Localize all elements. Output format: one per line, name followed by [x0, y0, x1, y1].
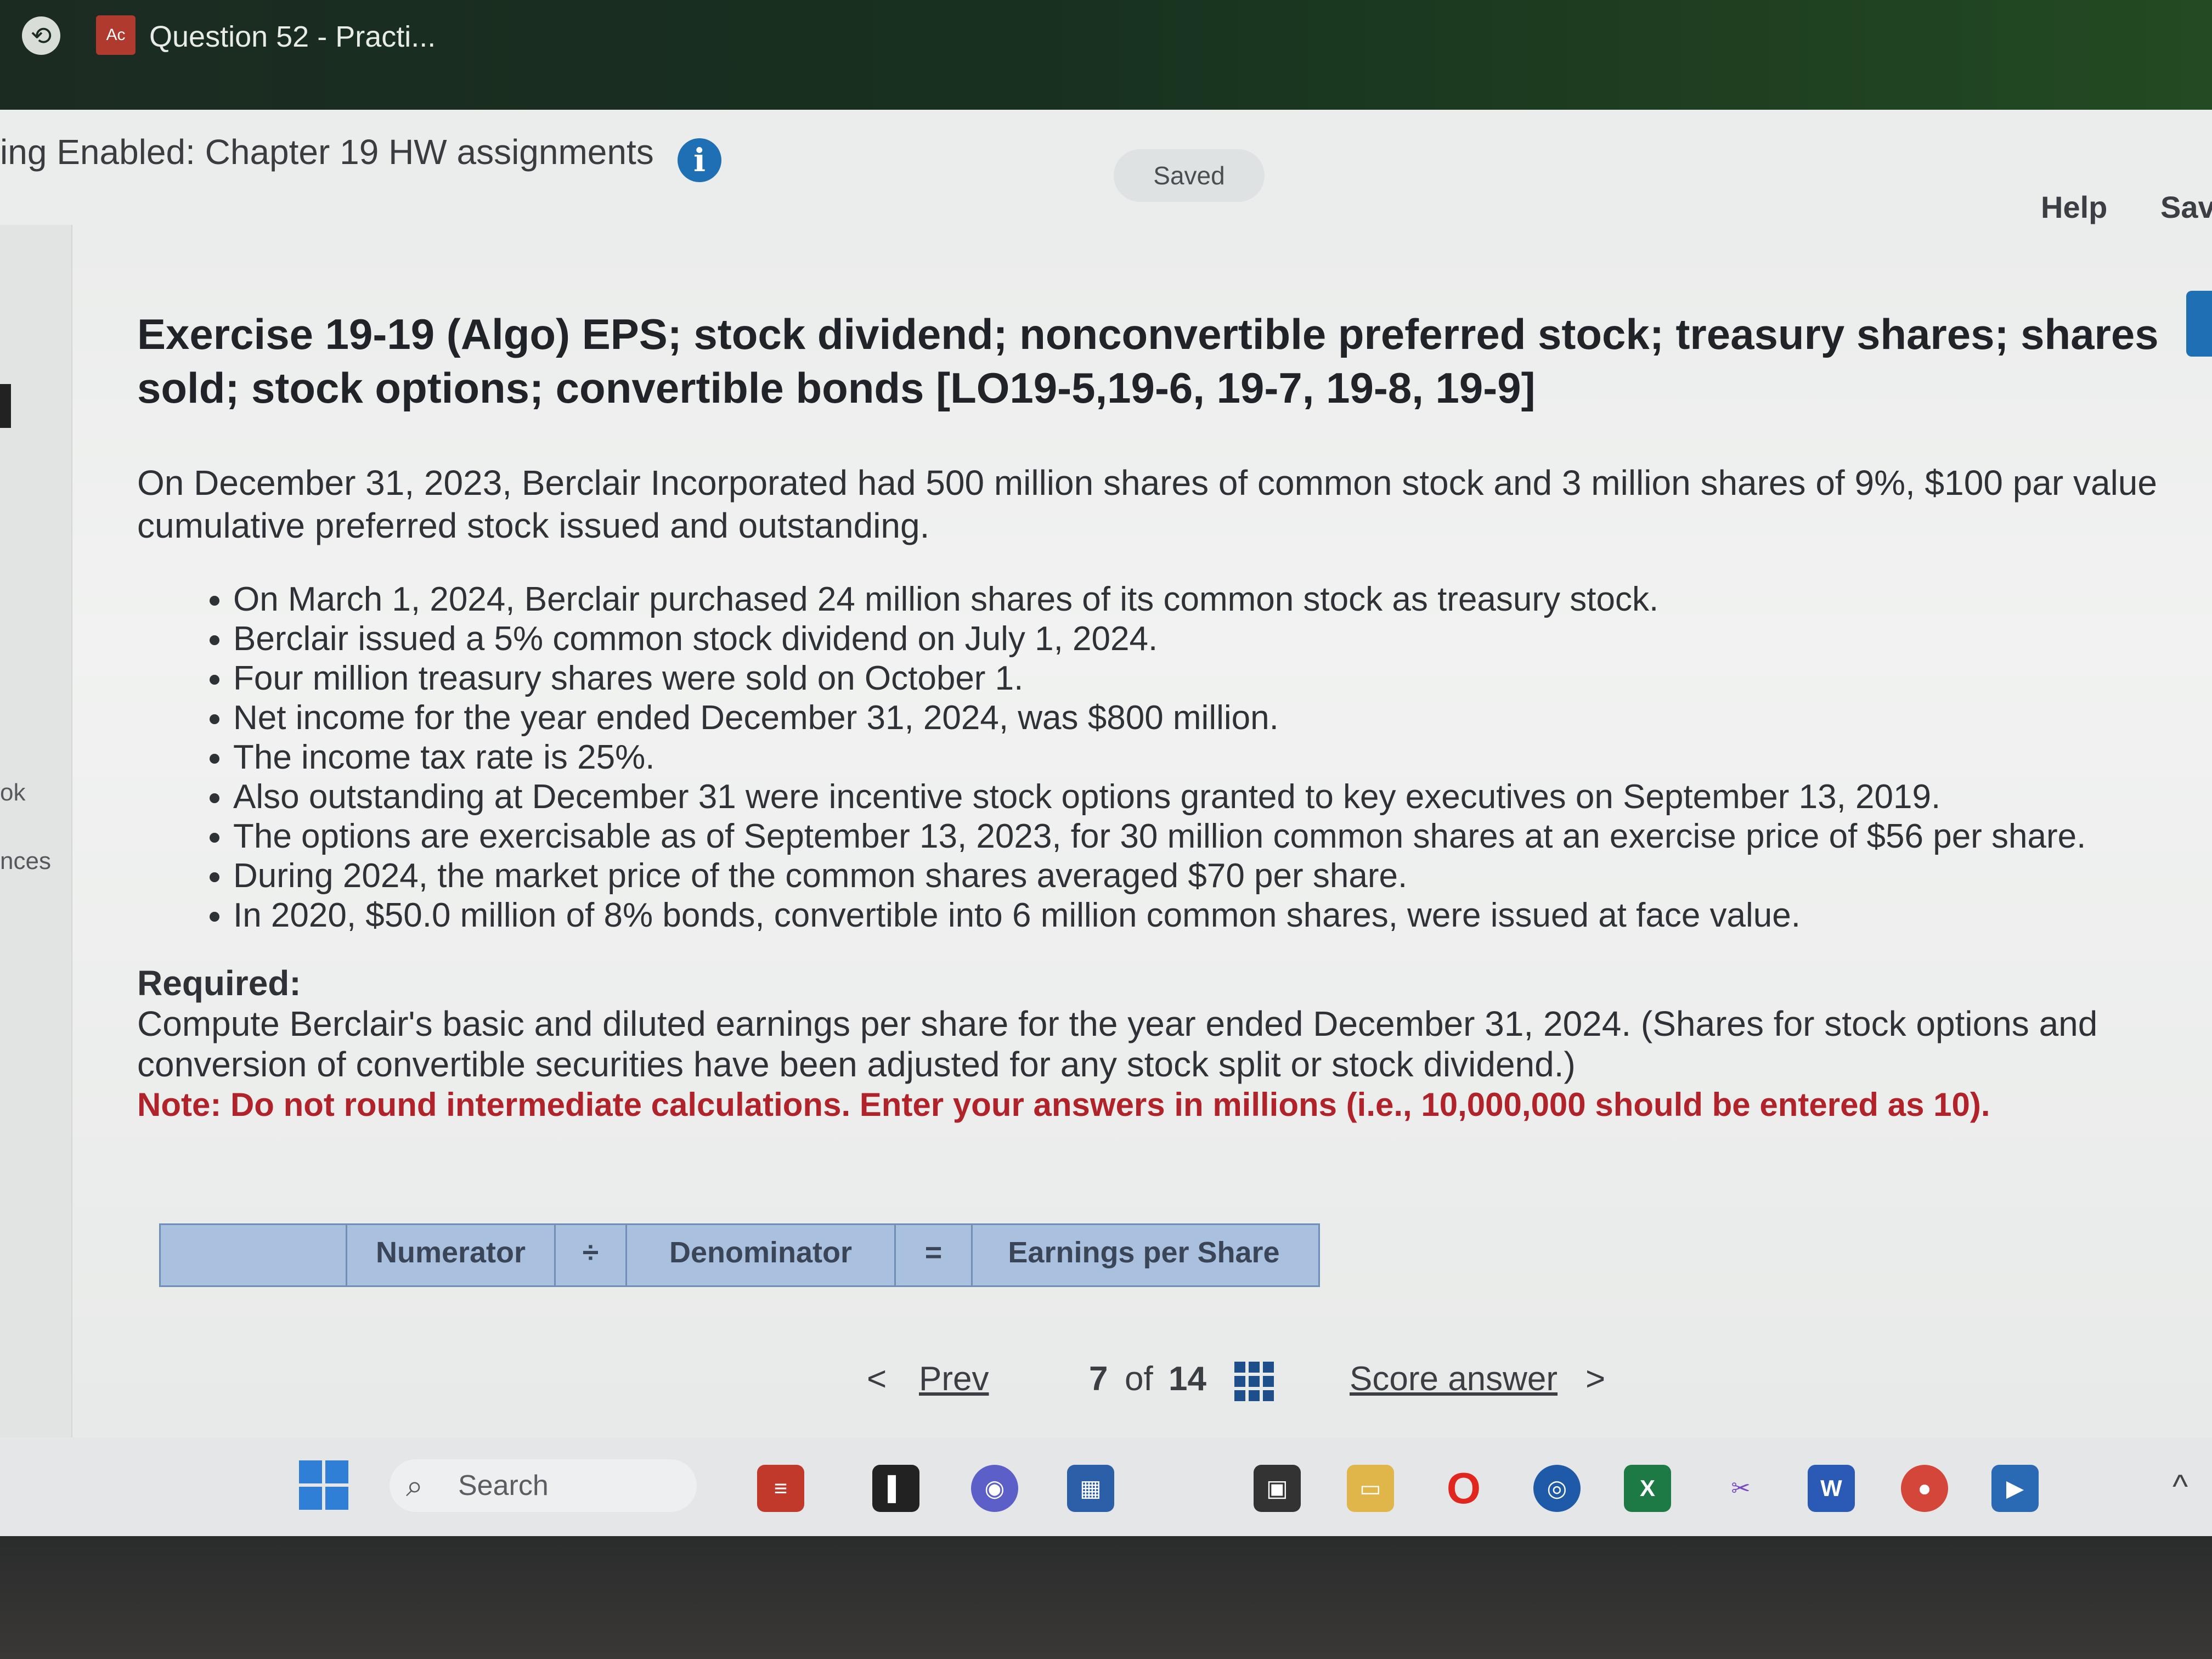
app-dark-icon[interactable]: ▌: [872, 1465, 919, 1512]
excel-icon[interactable]: X: [1624, 1465, 1671, 1512]
current-question-number: 7: [1089, 1360, 1108, 1398]
tab-title[interactable]: Question 52 - Practi...: [149, 20, 436, 54]
table-header-eps: Earnings per Share: [1008, 1236, 1280, 1269]
opera-icon[interactable]: O: [1440, 1465, 1487, 1512]
media-icon[interactable]: ▶: [1991, 1465, 2039, 1512]
list-item: Net income for the year ended December 3…: [233, 698, 2153, 738]
rounding-note: Note: Do not round intermediate calculat…: [137, 1086, 1990, 1123]
chrome-icon[interactable]: ●: [1901, 1465, 1948, 1512]
search-label: Search: [458, 1470, 549, 1502]
list-item: In 2020, $50.0 million of 8% bonds, conv…: [233, 896, 2153, 935]
table-header-blank: [161, 1225, 347, 1285]
required-label: Required:: [137, 963, 301, 1003]
required-text: Compute Berclair's basic and diluted ear…: [137, 1004, 2098, 1084]
favicon-icon: Ac: [96, 15, 136, 55]
search-icon: ⌕: [406, 1468, 424, 1503]
table-header-numerator: Numerator: [347, 1225, 556, 1285]
assignment-header: ing Enabled: Chapter 19 HW assignments i…: [0, 110, 2212, 225]
list-item: The income tax rate is 25%.: [233, 738, 2153, 777]
info-icon[interactable]: i: [678, 138, 721, 182]
exercise-intro: On December 31, 2023, Berclair Incorpora…: [137, 463, 2157, 545]
app-image-icon[interactable]: ▣: [1254, 1465, 1301, 1512]
pager-of-label: of: [1125, 1360, 1153, 1398]
prev-chevron-icon[interactable]: <: [867, 1359, 887, 1398]
windows-start-icon[interactable]: [299, 1460, 348, 1510]
assignment-page: ing Enabled: Chapter 19 HW assignments i…: [0, 110, 2212, 1437]
files-icon[interactable]: ▭: [1347, 1465, 1394, 1512]
list-item: Four million treasury shares were sold o…: [233, 659, 2153, 698]
browser-title-bar: ⟲ Ac Question 52 - Practi...: [0, 0, 2212, 110]
eps-table-header: Numerator ÷ Denominator = Earnings per S…: [159, 1223, 1320, 1287]
prev-button[interactable]: Prev: [919, 1359, 989, 1398]
required-section: Required: Compute Berclair's basic and d…: [137, 963, 2167, 1125]
exercise-title: Exercise 19-19 (Algo) EPS; stock dividen…: [137, 310, 2159, 412]
back-icon[interactable]: ⟲: [22, 16, 60, 55]
list-item: Also outstanding at December 31 were inc…: [233, 777, 2153, 817]
rail-item-references[interactable]: nces: [0, 848, 51, 875]
screen-bezel: [0, 1536, 2212, 1659]
store-icon[interactable]: ▦: [1067, 1465, 1114, 1512]
list-item: During 2024, the market price of the com…: [233, 856, 2153, 896]
facts-list: On March 1, 2024, Berclair purchased 24 …: [137, 580, 2153, 935]
table-header-denominator: Denominator: [627, 1225, 896, 1285]
word-icon[interactable]: W: [1808, 1465, 1855, 1512]
rail-marker: [0, 384, 11, 428]
chevron-up-icon[interactable]: ^: [2172, 1468, 2188, 1505]
table-header-divide: ÷: [556, 1225, 627, 1285]
score-answer-button[interactable]: Score answer: [1350, 1359, 1558, 1398]
app-stack-icon[interactable]: ≡: [757, 1465, 804, 1512]
saved-status-badge: Saved: [1114, 149, 1265, 202]
table-header-equals: =: [896, 1225, 973, 1285]
total-questions: 14: [1169, 1360, 1206, 1398]
next-chevron-icon[interactable]: >: [1585, 1359, 1605, 1398]
taskbar-search[interactable]: ⌕ Search: [390, 1459, 697, 1512]
teams-icon[interactable]: ◉: [971, 1465, 1018, 1512]
save-exit-link[interactable]: Sav: [2160, 189, 2212, 225]
question-grid-icon[interactable]: [1234, 1362, 1274, 1401]
assignment-title: ing Enabled: Chapter 19 HW assignments: [0, 132, 654, 172]
question-content: Exercise 19-19 (Algo) EPS; stock dividen…: [137, 307, 2200, 1125]
question-pager: < Prev 7 of 14 Score answer >: [867, 1350, 1635, 1410]
list-item: Berclair issued a 5% common stock divide…: [233, 619, 2153, 659]
list-item: On March 1, 2024, Berclair purchased 24 …: [233, 580, 2153, 619]
left-rail: ok nces: [0, 225, 72, 1437]
help-link[interactable]: Help: [2041, 189, 2107, 225]
os-taskbar: ⌕ Search ≡ ▌ ◉ ▦ ▣ ▭ O ◎ X ✂ W ● ▶ ^: [0, 1437, 2212, 1536]
snipping-icon[interactable]: ✂: [1717, 1465, 1764, 1512]
app-circle-icon[interactable]: ◎: [1533, 1465, 1581, 1512]
rail-item-ebook[interactable]: ok: [0, 779, 25, 806]
list-item: The options are exercisable as of Septem…: [233, 817, 2153, 856]
